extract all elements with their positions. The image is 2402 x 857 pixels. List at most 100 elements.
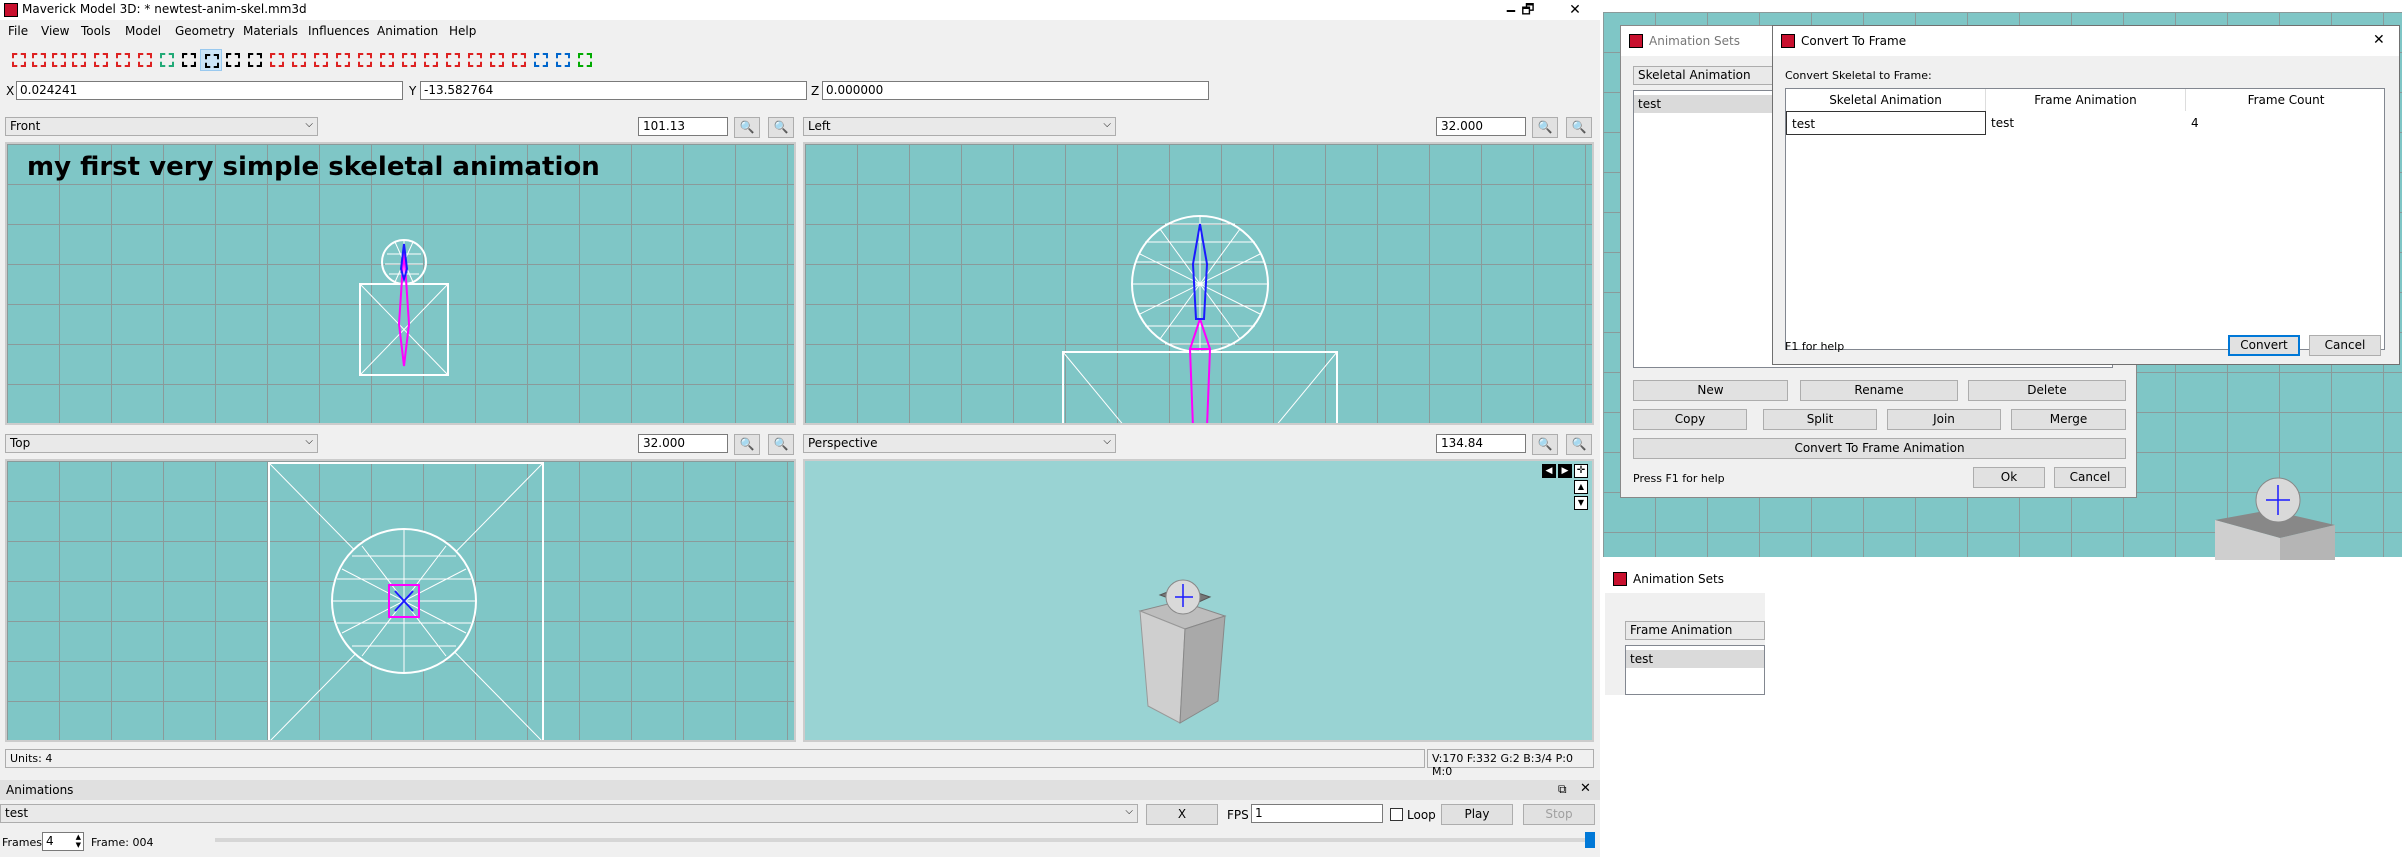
cylinder-icon-glyph [578,53,592,67]
move-icon[interactable] [178,49,200,71]
top-viewport[interactable] [5,459,796,742]
create-point-icon[interactable] [310,49,332,71]
delete-animation-button[interactable]: X [1146,804,1218,825]
rotate-icon[interactable] [200,49,222,71]
convert-button[interactable]: Convert [2228,335,2300,356]
create-bone-joint-icon[interactable] [288,49,310,71]
top-zoom-field[interactable]: 32.000 [638,434,728,453]
frames-field[interactable]: 4 ▲ ▼ [42,832,84,851]
extrude-icon[interactable] [552,49,574,71]
perspective-zoom-out-button[interactable]: 🔍 [1566,434,1592,455]
rename-button[interactable]: Rename [1800,380,1958,401]
select-points-icon[interactable] [112,49,134,71]
close-button[interactable]: ✕ [1552,0,1598,20]
new-button[interactable]: New [1633,380,1788,401]
menu-influences[interactable]: Influences [308,24,370,38]
play-button[interactable]: Play [1441,804,1513,825]
create-vertex-icon[interactable] [266,49,288,71]
convert-cancel-button[interactable]: Cancel [2309,335,2381,356]
y-coordinate-field[interactable]: -13.582764 [420,81,807,100]
front-zoom-field[interactable]: 101.13 [638,117,728,136]
select-bone-joints-icon[interactable] [90,49,112,71]
cylinder-icon[interactable] [574,49,596,71]
select-projections-icon[interactable] [134,49,156,71]
cancel-button[interactable]: Cancel [2054,467,2126,488]
select-vertices-icon[interactable] [8,49,30,71]
menu-tools[interactable]: Tools [81,24,111,38]
left-zoom-field[interactable]: 32.000 [1436,117,1526,136]
perspective-view-select[interactable]: Perspective ⌵ [803,434,1116,453]
delete-button[interactable]: Delete [1968,380,2126,401]
float-panel-icon[interactable]: ⧉ [1558,782,1567,797]
merge-button[interactable]: Merge [2011,409,2126,430]
copy-button[interactable]: Copy [1633,409,1747,430]
top-zoom-in-button[interactable]: 🔍 [734,434,760,455]
stop-button[interactable]: Stop [1523,804,1595,825]
spinner-icon[interactable]: ▲ ▼ [76,833,81,849]
restore-button[interactable]: 🗗 [1505,0,1551,20]
frame-animation-cell[interactable]: test [1986,111,2186,135]
menu-model[interactable]: Model [125,24,161,38]
frame-slider[interactable] [215,832,1595,848]
pan-icon[interactable] [508,49,530,71]
view-icon[interactable] [530,49,552,71]
attach-texture-icon[interactable] [156,49,178,71]
perspective-zoom-field[interactable]: 134.84 [1436,434,1526,453]
create-cylinder-icon[interactable] [420,49,442,71]
top-view-select[interactable]: Top ⌵ [5,434,318,453]
menu-animation[interactable]: Animation [377,24,438,38]
frame-animation-type-select[interactable]: Frame Animation [1625,621,1765,640]
split-button[interactable]: Split [1763,409,1877,430]
left-viewport[interactable] [803,142,1594,425]
close-panel-icon[interactable]: ✕ [1580,781,1591,796]
left-zoom-in-button[interactable]: 🔍 [1532,117,1558,138]
frame-slider-thumb[interactable] [1585,832,1595,848]
menu-file[interactable]: File [8,24,28,38]
front-view-select[interactable]: Front ⌵ [5,117,318,136]
frame-animation-list[interactable]: test [1625,645,1765,695]
select-faces-icon[interactable] [28,49,50,71]
create-torus-icon[interactable] [442,49,464,71]
frames-label: Frames [2,836,43,849]
perspective-viewport[interactable]: ◀ ▶ ✛ ▲ ▼ [803,459,1594,742]
create-rectangle-icon-glyph [358,53,372,67]
frame-animation-list-item[interactable]: test [1626,650,1764,668]
background-grid-icon[interactable] [486,49,508,71]
select-groups-icon[interactable] [68,49,90,71]
scale-icon[interactable] [222,49,244,71]
select-groups-icon-glyph [72,53,86,67]
create-rectangle-icon[interactable] [354,49,376,71]
front-viewport[interactable]: my first very simple skeletal animation [5,142,796,425]
top-zoom-out-button[interactable]: 🔍 [768,434,794,455]
perspective-zoom-in-button[interactable]: 🔍 [1532,434,1558,455]
left-view-select[interactable]: Left ⌵ [803,117,1116,136]
perspective-view-label: Perspective [808,436,878,450]
create-polygon-icon[interactable] [464,49,486,71]
convert-to-frame-animation-button[interactable]: Convert To Frame Animation [1633,438,2126,459]
loop-checkbox[interactable] [1390,808,1403,821]
menu-view[interactable]: View [41,24,69,38]
shear-icon[interactable] [244,49,266,71]
ok-button[interactable]: Ok [1973,467,2045,488]
x-coordinate-field[interactable]: 0.024241 [16,81,403,100]
background-model-render [2210,470,2340,560]
frame-count-cell[interactable]: 4 [2186,111,2386,135]
menu-geometry[interactable]: Geometry [175,24,235,38]
join-button[interactable]: Join [1887,409,2001,430]
perspective-viewport-header: Perspective ⌵ 134.84 🔍 🔍 [800,432,1600,455]
front-zoom-in-button[interactable]: 🔍 [734,117,760,138]
menu-materials[interactable]: Materials [243,24,298,38]
menu-help[interactable]: Help [449,24,476,38]
close-icon[interactable]: ✕ [2373,32,2385,48]
front-zoom-out-button[interactable]: 🔍 [768,117,794,138]
skeletal-animation-cell[interactable]: test [1786,111,1986,135]
z-coordinate-field[interactable]: 0.000000 [822,81,1209,100]
create-cube-icon[interactable] [376,49,398,71]
select-connected-icon[interactable] [48,49,70,71]
create-projection-icon[interactable] [332,49,354,71]
fps-field[interactable]: 1 [1251,804,1383,823]
left-zoom-out-button[interactable]: 🔍 [1566,117,1592,138]
create-ellipsoid-icon[interactable] [398,49,420,71]
animation-select[interactable]: test ⌵ [0,804,1138,823]
zoom-out-icon: 🔍 [1571,437,1587,451]
